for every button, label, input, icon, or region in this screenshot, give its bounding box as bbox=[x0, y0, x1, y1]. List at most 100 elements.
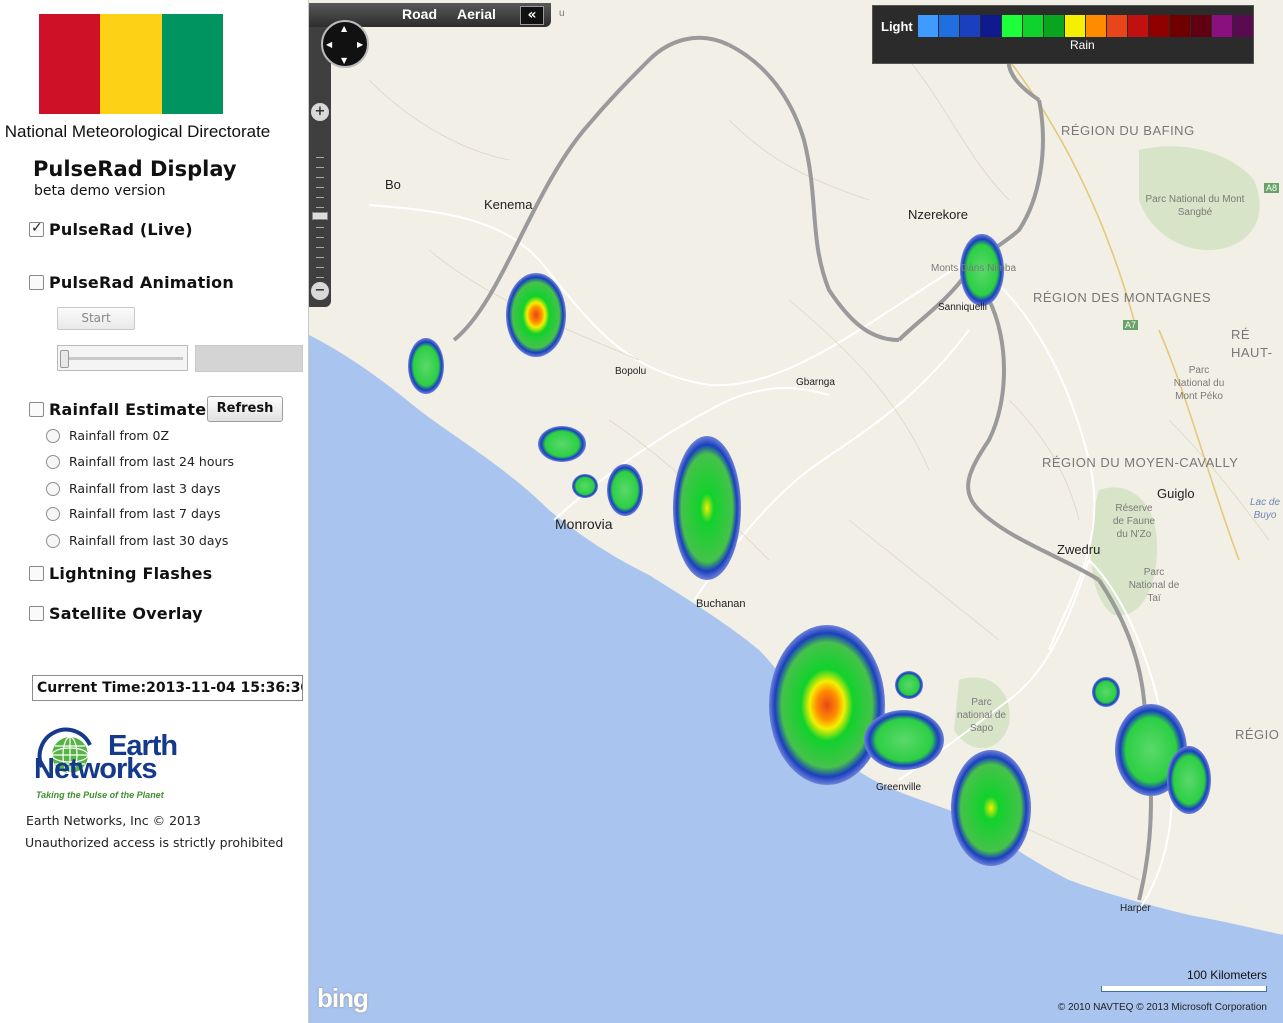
rainfall-option[interactable]: Rainfall from last 24 hours bbox=[46, 454, 234, 469]
animation-slider[interactable] bbox=[57, 345, 188, 371]
legend-swatch bbox=[1170, 15, 1190, 37]
logo-brand-networks: Networks bbox=[34, 753, 158, 785]
place-monrovia: Monrovia bbox=[555, 516, 613, 532]
lightning-flashes-label: Lightning Flashes bbox=[49, 564, 213, 583]
rainfall-option[interactable]: Rainfall from last 3 days bbox=[46, 481, 220, 496]
slider-track bbox=[62, 357, 183, 360]
refresh-button[interactable]: Refresh bbox=[207, 396, 283, 422]
lake-buyo: Lac de Buyo bbox=[1249, 497, 1281, 521]
navigation-panel: + − bbox=[309, 27, 331, 307]
place-nimba: Monts Dàns Nimba bbox=[931, 263, 1017, 274]
current-time-display: Current Time:2013-11-04 15:36:30Z bbox=[32, 675, 303, 701]
logo-tagline: Taking the Pulse of the Planet bbox=[36, 790, 164, 800]
flag-stripe-yellow bbox=[100, 14, 162, 114]
rainfall-option[interactable]: Rainfall from 0Z bbox=[46, 428, 169, 443]
animation-start-button[interactable]: Start bbox=[57, 307, 135, 330]
place-harper: Harper bbox=[1120, 903, 1151, 914]
park-sapo: Parc national de Sapo bbox=[957, 697, 1006, 734]
access-notice: Unauthorized access is strictly prohibit… bbox=[25, 835, 284, 850]
place-buchanan: Buchanan bbox=[696, 598, 746, 610]
rainfall-radio[interactable] bbox=[46, 428, 60, 443]
road-shield-a8: A8 bbox=[1264, 183, 1280, 193]
rainfall-estimate-option[interactable]: Rainfall Estimate bbox=[29, 400, 206, 419]
park-sangbe: Parc National du Mont Sangbé bbox=[1145, 194, 1245, 218]
rainfall-radio[interactable] bbox=[46, 533, 60, 548]
lightning-flashes-option[interactable]: Lightning Flashes bbox=[29, 564, 212, 583]
legend-swatch bbox=[1044, 15, 1064, 37]
park-nzo: Réserve de Faune du N'Zo bbox=[1112, 503, 1156, 540]
rainfall-option[interactable]: Rainfall from last 30 days bbox=[46, 533, 228, 548]
organization-name: National Meteorological Directorate bbox=[4, 122, 271, 141]
satellite-overlay-checkbox[interactable] bbox=[29, 606, 44, 621]
lightning-flashes-checkbox[interactable] bbox=[29, 566, 44, 581]
legend-rain-label: Rain bbox=[1070, 38, 1095, 52]
region-bottom: RÉGIO bbox=[1235, 727, 1280, 742]
flag-stripe-red bbox=[39, 14, 101, 114]
place-sanniquellie: Sanniquelli bbox=[938, 302, 987, 313]
place-kenema: Kenema bbox=[484, 197, 533, 212]
pulserad-animation-label: PulseRad Animation bbox=[49, 273, 234, 292]
app-subtitle: beta demo version bbox=[34, 183, 166, 199]
legend-swatch bbox=[981, 15, 1001, 37]
pulserad-animation-checkbox[interactable] bbox=[29, 275, 44, 290]
control-panel: National Meteorological Directorate Puls… bbox=[0, 0, 308, 1023]
bing-logo: bing bbox=[317, 983, 369, 1013]
place-greenville: Greenville bbox=[876, 782, 922, 793]
region-montagnes: RÉGION DES MONTAGNES bbox=[1033, 290, 1212, 305]
place-zwedru: Zwedru bbox=[1057, 542, 1101, 557]
place-nzerekore: Nzerekore bbox=[908, 207, 968, 222]
legend-swatch bbox=[1065, 15, 1085, 37]
legend-swatch bbox=[1002, 15, 1022, 37]
legend-swatch bbox=[1233, 15, 1253, 37]
map-scale-bar bbox=[1101, 986, 1267, 992]
rainfall-estimate-checkbox[interactable] bbox=[29, 402, 44, 417]
double-chevron-left-icon[interactable]: « bbox=[520, 6, 544, 25]
pulserad-live-option[interactable]: PulseRad (Live) bbox=[29, 220, 193, 239]
region-haut: RÉ HAUT- bbox=[1231, 327, 1273, 360]
place-guiglo: Guiglo bbox=[1157, 486, 1195, 501]
park-peko: Parc National du Mont Péko bbox=[1173, 365, 1225, 402]
pulserad-animation-option[interactable]: PulseRad Animation bbox=[29, 273, 234, 292]
radar-map[interactable]: Bo Kenema Nzerekore Bopolu Gbarnga Monro… bbox=[308, 0, 1283, 1023]
legend-swatch bbox=[918, 15, 938, 37]
legend-swatch bbox=[1107, 15, 1127, 37]
slider-thumb[interactable] bbox=[60, 350, 69, 368]
region-bafing: RÉGION DU BAFING bbox=[1061, 123, 1195, 138]
map-label-u: u bbox=[559, 8, 565, 19]
pan-compass-icon[interactable]: ▲ ▼ ◀ ▶ bbox=[321, 20, 369, 68]
earth-networks-logo: Earth Networks Taking the Pulse of the P… bbox=[26, 727, 206, 807]
satellite-overlay-label: Satellite Overlay bbox=[49, 604, 203, 623]
zoom-slider-thumb[interactable] bbox=[312, 212, 328, 220]
pulserad-live-label: PulseRad (Live) bbox=[49, 220, 193, 239]
zoom-in-button[interactable]: + bbox=[311, 103, 329, 121]
copyright-text: Earth Networks, Inc © 2013 bbox=[26, 813, 201, 828]
rainfall-radio[interactable] bbox=[46, 481, 60, 496]
pulserad-live-checkbox[interactable] bbox=[29, 220, 44, 237]
zoom-out-button[interactable]: − bbox=[311, 282, 329, 300]
guinea-flag bbox=[39, 14, 223, 114]
rainfall-option-label: Rainfall from last 7 days bbox=[69, 506, 221, 521]
aerial-view-button[interactable]: Aerial bbox=[457, 6, 496, 22]
place-bopolu: Bopolu bbox=[615, 366, 647, 377]
legend-swatch bbox=[939, 15, 959, 37]
flag-stripe-green bbox=[161, 14, 223, 114]
legend-swatch bbox=[1128, 15, 1148, 37]
legend-swatch bbox=[1149, 15, 1169, 37]
rainfall-option-label: Rainfall from last 24 hours bbox=[69, 454, 235, 469]
animation-frame-display bbox=[195, 345, 303, 372]
map-attribution: © 2010 NAVTEQ © 2013 Microsoft Corporati… bbox=[1057, 1002, 1267, 1013]
legend-swatch bbox=[1191, 15, 1211, 37]
precipitation-legend: Light Rain bbox=[872, 5, 1254, 64]
region-moyen-cavally: RÉGION DU MOYEN-CAVALLY bbox=[1042, 455, 1239, 470]
road-view-button[interactable]: Road bbox=[402, 6, 437, 22]
rainfall-estimate-label: Rainfall Estimate bbox=[49, 400, 207, 419]
rainfall-radio[interactable] bbox=[46, 506, 60, 521]
legend-swatch bbox=[1023, 15, 1043, 37]
satellite-overlay-option[interactable]: Satellite Overlay bbox=[29, 604, 203, 623]
rainfall-option-label: Rainfall from last 3 days bbox=[69, 481, 221, 496]
rainfall-option[interactable]: Rainfall from last 7 days bbox=[46, 506, 220, 521]
place-gbarnga: Gbarnga bbox=[796, 377, 835, 388]
rainfall-radio[interactable] bbox=[46, 454, 60, 469]
road-shield-a7: A7 bbox=[1123, 320, 1139, 330]
legend-swatch bbox=[1212, 15, 1232, 37]
